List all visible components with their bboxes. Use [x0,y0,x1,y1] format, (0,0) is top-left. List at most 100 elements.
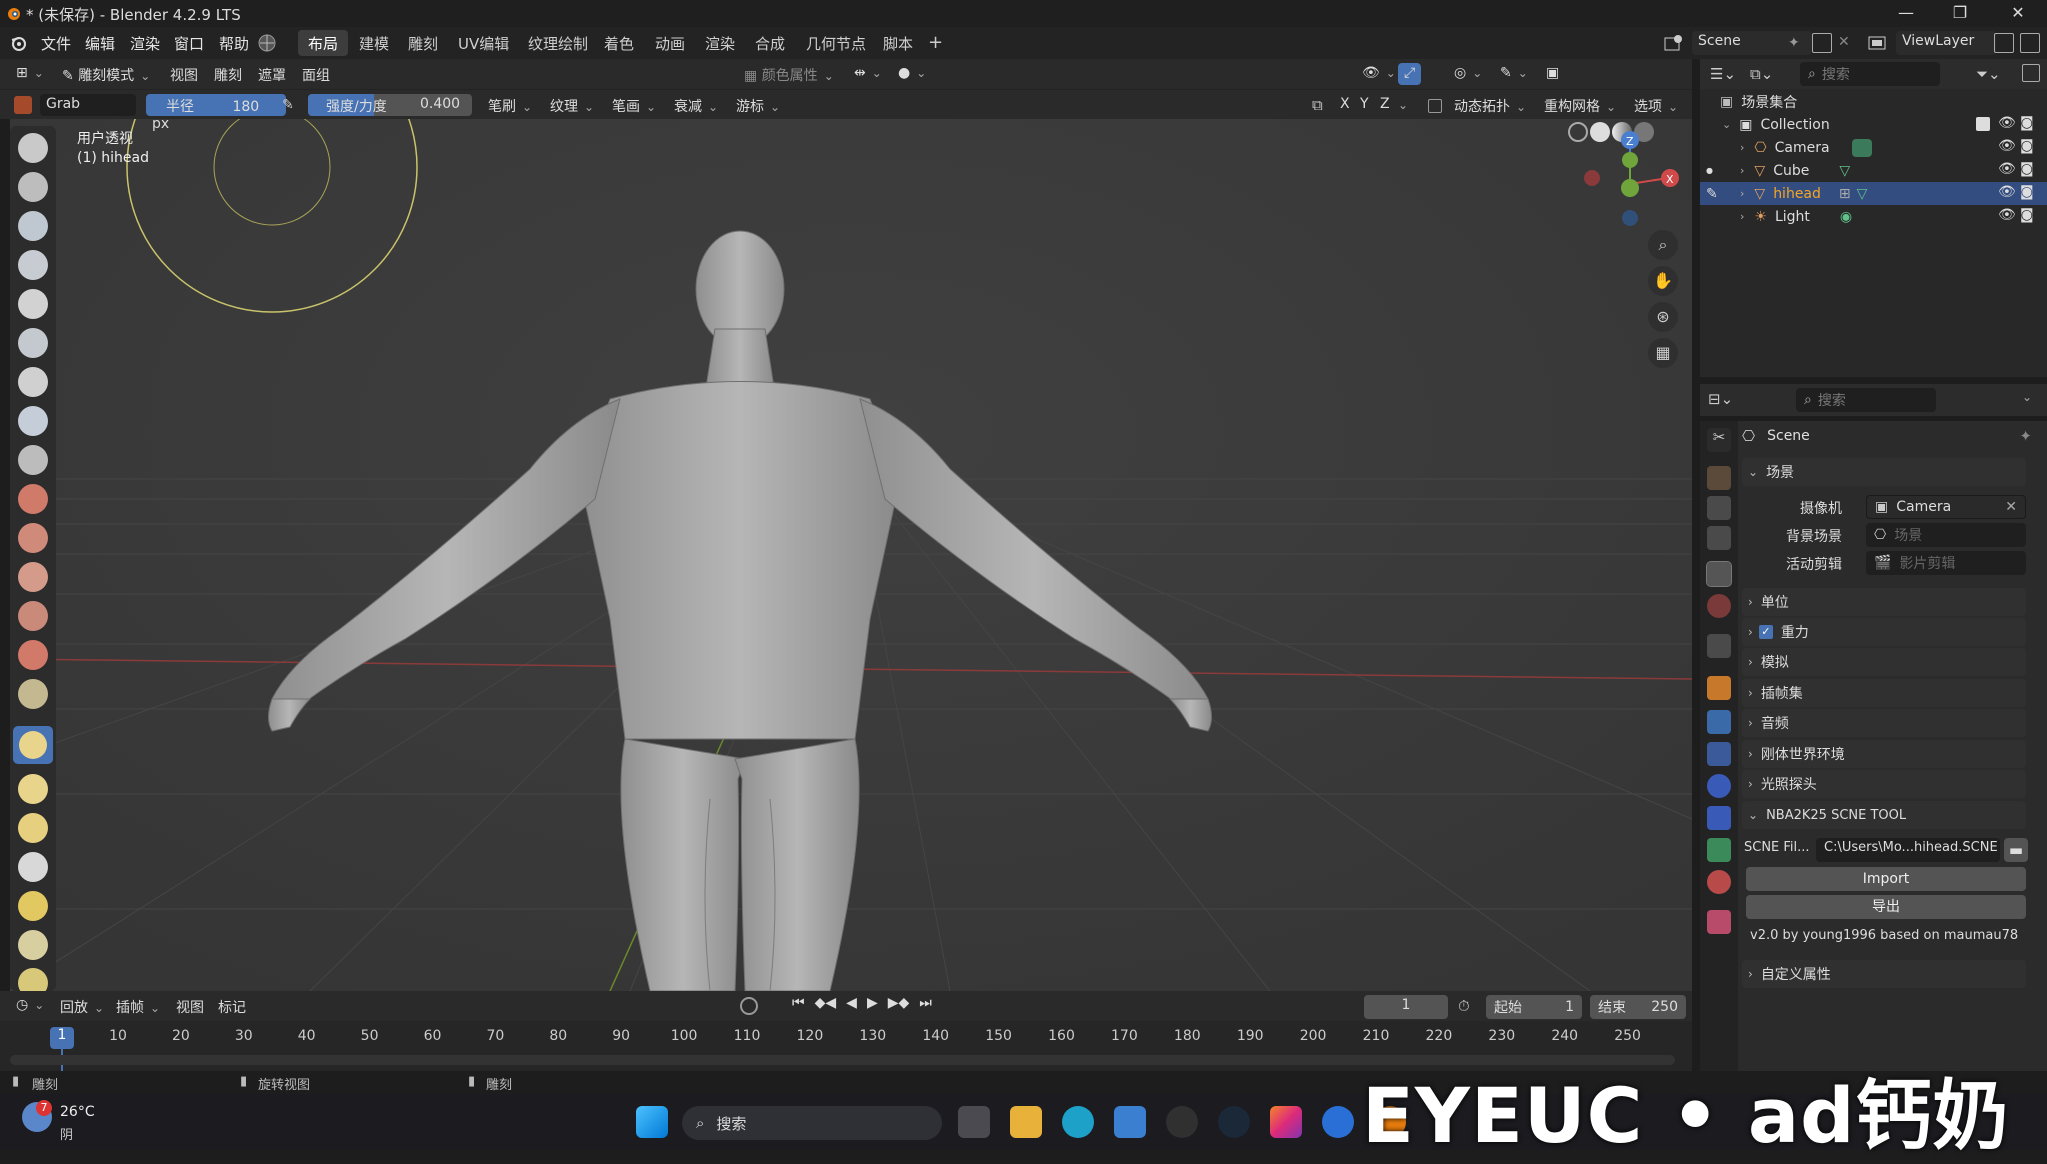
brush-thumbnail-icon[interactable] [14,96,32,114]
new-view-layer-icon[interactable] [1994,33,2014,53]
object-tab-icon[interactable] [1707,676,1731,700]
render-camera-icon[interactable]: ◙ [2020,138,2034,154]
remesh-dropdown[interactable]: 重构网格 [1538,94,1622,116]
radius-slider[interactable]: 半径 180 px [146,94,286,132]
scene-selector-icon[interactable] [1663,33,1685,53]
prev-keyframe-icon[interactable]: ◆◀ [815,995,837,1011]
blob-brush-icon[interactable] [18,406,48,436]
render-camera-icon[interactable]: ◙ [2020,115,2034,131]
timeline-view-menu[interactable]: 视图 [170,995,210,1017]
menu-help[interactable]: 帮助 [219,33,249,54]
modifier-icon[interactable]: ⊞ [1839,186,1851,202]
tool-tab-icon[interactable]: ✂ [1707,428,1731,452]
material-tab-icon[interactable] [1707,870,1731,894]
falloff-dropdown[interactable]: 衰减 [668,94,724,116]
next-keyframe-icon[interactable]: ▶◆ [888,995,910,1011]
brush-name-field[interactable]: Grab [40,94,136,116]
layer-brush-icon[interactable] [18,328,48,358]
menu-file[interactable]: 文件 [41,33,71,54]
current-frame-field[interactable]: 1 [1364,995,1448,1019]
expand-chevron-icon[interactable]: › [1740,164,1744,177]
physics-tab-icon[interactable] [1707,774,1731,798]
mask-overlay-toggle[interactable]: ✎ [1494,63,1534,85]
background-scene-field[interactable]: ⎔ 场景 [1866,523,2026,547]
timeline-editor-icon[interactable]: ◷ [10,995,50,1017]
symmetry-options-icon[interactable]: ⌄ [1398,98,1408,112]
pose-brush-icon[interactable] [18,891,48,921]
snake-hook-brush-icon[interactable] [18,813,48,843]
tab-modeling[interactable]: 建模 [349,30,399,56]
playhead-frame-badge[interactable]: 1 [50,1027,74,1049]
inflate-brush-icon[interactable] [18,367,48,397]
tab-compositing[interactable]: 合成 [745,30,795,56]
visibility-eye-icon[interactable]: 👁 [1998,115,2016,131]
taskbar-search-input[interactable]: ⌕ 搜索 [682,1106,942,1140]
properties-options-icon[interactable]: ⌄ [2022,390,2032,404]
windows-start-icon[interactable] [636,1106,668,1138]
globe-icon[interactable] [257,33,277,53]
instagram-icon[interactable] [1270,1106,1302,1138]
restore-icon[interactable]: ❐ [1950,3,1970,23]
draw-brush-icon[interactable] [18,133,48,163]
render-tab-icon[interactable] [1707,466,1731,490]
modifier-tab-icon[interactable] [1707,710,1731,734]
multiplane-scrape-brush-icon[interactable] [18,640,48,670]
world-tab-icon[interactable] [1707,594,1731,618]
draw-sharp-brush-icon[interactable] [18,172,48,202]
units-panel-header[interactable]: › 单位 [1742,588,2026,616]
view-layer-icon[interactable] [1866,33,1888,53]
keying-sets-panel-header[interactable]: › 插帧集 [1742,679,2026,707]
menu-view[interactable]: 视图 [164,63,204,85]
editor-type-icon[interactable]: ⊞ [10,63,50,85]
texture-tab-icon[interactable] [1707,910,1731,934]
menu-edit[interactable]: 编辑 [85,33,115,54]
file-explorer-icon[interactable] [1010,1106,1042,1138]
rigid-body-world-panel-header[interactable]: › 刚体世界环境 [1742,740,2026,768]
minimize-icon[interactable]: — [1896,3,1916,23]
menu-face-sets[interactable]: 面组 [296,63,336,85]
snap-dropdown[interactable]: ● [892,63,932,85]
import-button[interactable]: Import [1746,867,2026,891]
tab-shading[interactable]: 着色 [594,30,644,56]
menu-render[interactable]: 渲染 [130,33,160,54]
g-app-icon[interactable] [1166,1106,1198,1138]
light-probes-panel-header[interactable]: › 光照探头 [1742,770,2026,798]
light-data-icon[interactable]: ◉ [1840,209,1852,225]
menu-sculpt[interactable]: 雕刻 [208,63,248,85]
audio-panel-header[interactable]: › 音频 [1742,709,2026,737]
outliner-search-input[interactable]: ⌕ 搜索 [1800,62,1940,86]
pin-icon[interactable]: ✦ [2019,427,2032,445]
strength-slider[interactable]: 强度/力度 0.400 [308,94,472,116]
particles-tab-icon[interactable] [1707,742,1731,766]
smooth-brush-icon[interactable] [18,484,48,514]
tab-rendering[interactable]: 渲染 [695,30,745,56]
view-layer-field[interactable]: ViewLayer [1896,31,1996,55]
pinch-brush-icon[interactable] [18,679,48,709]
auto-keying-icon[interactable] [740,997,758,1015]
mode-selector[interactable]: ✎ 雕刻模式 [56,63,156,85]
new-collection-icon[interactable] [2022,64,2040,82]
play-reverse-icon[interactable]: ◀ [846,995,857,1011]
visibility-eye-icon[interactable]: 👁 [1998,207,2016,223]
3d-viewport[interactable] [10,59,1692,991]
active-clip-field[interactable]: 🎬 影片剪辑 [1866,551,2026,575]
camera-data-icon[interactable] [1851,138,1872,157]
close-icon[interactable]: ✕ [2008,3,2028,23]
gizmo-toggle[interactable]: ⤢ [1398,63,1422,85]
expand-chevron-icon[interactable]: › [1740,210,1744,223]
options-dropdown[interactable]: 选项 [1628,94,1684,116]
menu-mask[interactable]: 遮罩 [252,63,292,85]
axis-x-toggle[interactable]: X [1334,94,1356,116]
jump-end-icon[interactable]: ⏭ [919,995,932,1011]
expand-chevron-icon[interactable]: › [1740,187,1744,200]
expand-chevron-icon[interactable]: ⌄ [1722,118,1731,131]
folder-browse-icon[interactable]: ▬ [2004,838,2028,862]
custom-properties-panel-header[interactable]: › 自定义属性 [1742,960,2026,988]
grab-brush-icon[interactable] [13,726,53,764]
zoom-icon[interactable]: ⌕ [1648,230,1678,260]
camera-view-icon[interactable]: ⊛ [1648,302,1678,332]
clay-strips-brush-icon[interactable] [18,250,48,280]
overlay-toggle[interactable]: ◎ [1448,63,1488,85]
dyntopo-checkbox[interactable] [1428,99,1442,113]
properties-editor-icon[interactable]: ⊟⌄ [1708,390,1733,408]
